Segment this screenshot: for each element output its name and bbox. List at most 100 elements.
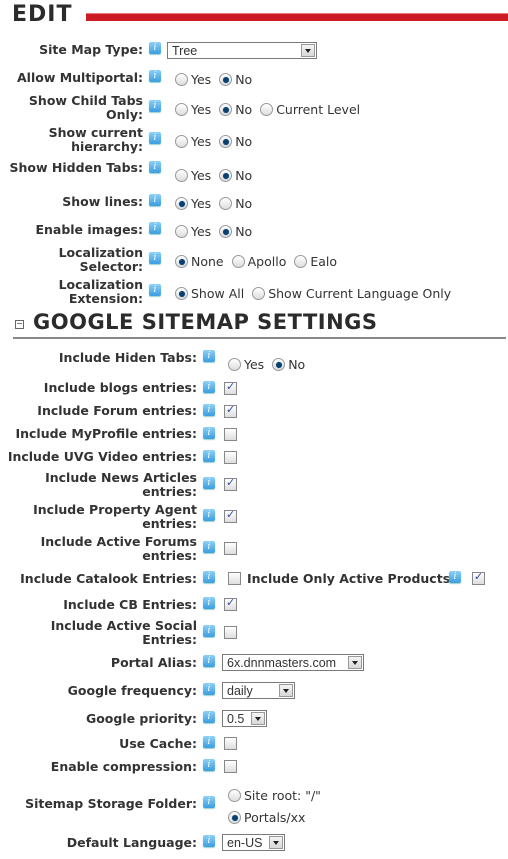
help-icon[interactable]: i (203, 835, 215, 847)
help-icon[interactable]: i (149, 284, 161, 296)
enable-images-option[interactable]: No (219, 224, 252, 239)
help-icon[interactable]: i (203, 736, 215, 748)
include-hidden-tabs-option[interactable]: Yes (228, 357, 264, 372)
include-entries-checkbox[interactable] (224, 508, 237, 523)
show-lines-option[interactable]: Yes (175, 196, 211, 211)
radio-button[interactable] (231, 255, 245, 268)
google-priority-select[interactable]: 0.5 (222, 710, 267, 727)
radio-button[interactable] (175, 73, 188, 86)
localization-extension-option[interactable]: Show Current Language Only (252, 286, 451, 301)
help-icon[interactable]: i (203, 711, 215, 723)
help-icon[interactable]: i (203, 350, 215, 362)
help-icon[interactable]: i (149, 42, 161, 54)
show-child-tabs-option[interactable]: Current Level (260, 102, 360, 117)
localization-selector-option[interactable]: Apollo (231, 254, 286, 269)
localization-selector-radio-group: None Apollo Ealo (175, 254, 345, 269)
localization-selector-option[interactable]: None (175, 254, 224, 269)
storage-folder-option[interactable]: Site root: "/" (228, 788, 321, 803)
google-frequency-select[interactable]: daily (222, 682, 295, 699)
include-cb-checkbox[interactable] (224, 596, 237, 611)
chevron-down-icon[interactable] (279, 684, 293, 697)
collapse-icon[interactable]: − (15, 320, 24, 329)
enable-compression-checkbox[interactable] (224, 760, 237, 773)
help-icon[interactable]: i (149, 100, 161, 112)
show-current-hierarchy-option[interactable]: No (219, 134, 252, 149)
field-label: Include News Articles entries: (45, 471, 197, 499)
enable-images-option[interactable]: Yes (175, 224, 211, 239)
include-entries-checkbox[interactable] (224, 451, 237, 464)
radio-button[interactable] (219, 225, 233, 238)
help-icon[interactable]: i (203, 796, 215, 808)
radio-button[interactable] (175, 135, 188, 148)
allow-multiportal-option[interactable]: Yes (175, 72, 211, 87)
chevron-down-icon[interactable] (251, 712, 265, 725)
help-icon[interactable]: i (449, 571, 461, 583)
include-entries-checkbox[interactable] (224, 542, 237, 555)
help-icon[interactable]: i (203, 683, 215, 695)
include-active-social-checkbox[interactable] (224, 626, 237, 639)
default-language-select[interactable]: en-US (222, 834, 285, 851)
include-hidden-tabs-option[interactable]: No (272, 357, 305, 372)
radio-button[interactable] (175, 255, 188, 268)
radio-button[interactable] (219, 135, 233, 148)
radio-button[interactable] (175, 197, 188, 210)
include-catalook-checkbox[interactable] (228, 572, 241, 585)
localization-selector-option[interactable]: Ealo (294, 254, 337, 269)
use-cache-checkbox[interactable] (224, 737, 237, 750)
help-icon[interactable]: i (149, 70, 161, 82)
chevron-down-icon[interactable] (269, 836, 283, 849)
show-child-tabs-option[interactable]: No (219, 102, 252, 117)
show-current-hierarchy-option[interactable]: Yes (175, 134, 211, 149)
radio-button[interactable] (228, 811, 241, 824)
help-icon[interactable]: i (149, 132, 161, 144)
radio-button[interactable] (228, 358, 241, 371)
localization-extension-option[interactable]: Show All (175, 286, 244, 301)
help-icon[interactable]: i (203, 477, 215, 489)
include-only-active-products-checkbox[interactable] (472, 570, 485, 585)
radio-button[interactable] (272, 358, 286, 371)
option-label: Yes (191, 134, 212, 149)
help-icon[interactable]: i (149, 252, 161, 264)
radio-button[interactable] (175, 103, 188, 116)
help-icon[interactable]: i (203, 597, 215, 609)
include-entries-checkbox[interactable] (224, 428, 237, 441)
include-entries-checkbox[interactable] (224, 476, 237, 491)
include-entries-checkbox[interactable] (224, 403, 237, 418)
radio-button[interactable] (175, 169, 188, 182)
radio-button[interactable] (175, 225, 188, 238)
radio-button[interactable] (252, 287, 266, 300)
show-hidden-tabs-option[interactable]: Yes (175, 168, 211, 183)
include-entries-checkbox[interactable] (224, 380, 237, 395)
show-hidden-tabs-option[interactable]: No (219, 168, 252, 183)
help-icon[interactable]: i (203, 541, 215, 553)
help-icon[interactable]: i (203, 427, 215, 439)
site-map-type-select[interactable]: Tree (167, 42, 317, 59)
radio-button[interactable] (219, 169, 233, 182)
allow-multiportal-option[interactable]: No (219, 72, 252, 87)
show-lines-option[interactable]: No (219, 196, 252, 211)
help-icon[interactable]: i (149, 161, 161, 173)
help-icon[interactable]: i (203, 381, 215, 393)
radio-button[interactable] (175, 287, 188, 300)
help-icon[interactable]: i (203, 509, 215, 521)
help-icon[interactable]: i (203, 404, 215, 416)
help-icon[interactable]: i (203, 571, 215, 583)
help-icon[interactable]: i (149, 194, 161, 206)
help-icon[interactable]: i (149, 222, 161, 234)
help-icon[interactable]: i (203, 655, 215, 667)
help-icon[interactable]: i (203, 450, 215, 462)
storage-folder-option[interactable]: Portals/xx (228, 810, 305, 825)
show-child-tabs-option[interactable]: Yes (175, 102, 211, 117)
radio-button[interactable] (260, 103, 274, 116)
radio-button[interactable] (219, 103, 233, 116)
radio-button[interactable] (219, 197, 233, 210)
option-label: Ealo (310, 254, 338, 269)
help-icon[interactable]: i (203, 759, 215, 771)
radio-button[interactable] (228, 789, 241, 802)
chevron-down-icon[interactable] (301, 44, 315, 57)
portal-alias-select[interactable]: 6x.dnnmasters.com (222, 654, 364, 671)
chevron-down-icon[interactable] (348, 656, 362, 669)
help-icon[interactable]: i (203, 625, 215, 637)
radio-button[interactable] (219, 73, 233, 86)
radio-button[interactable] (294, 255, 308, 268)
